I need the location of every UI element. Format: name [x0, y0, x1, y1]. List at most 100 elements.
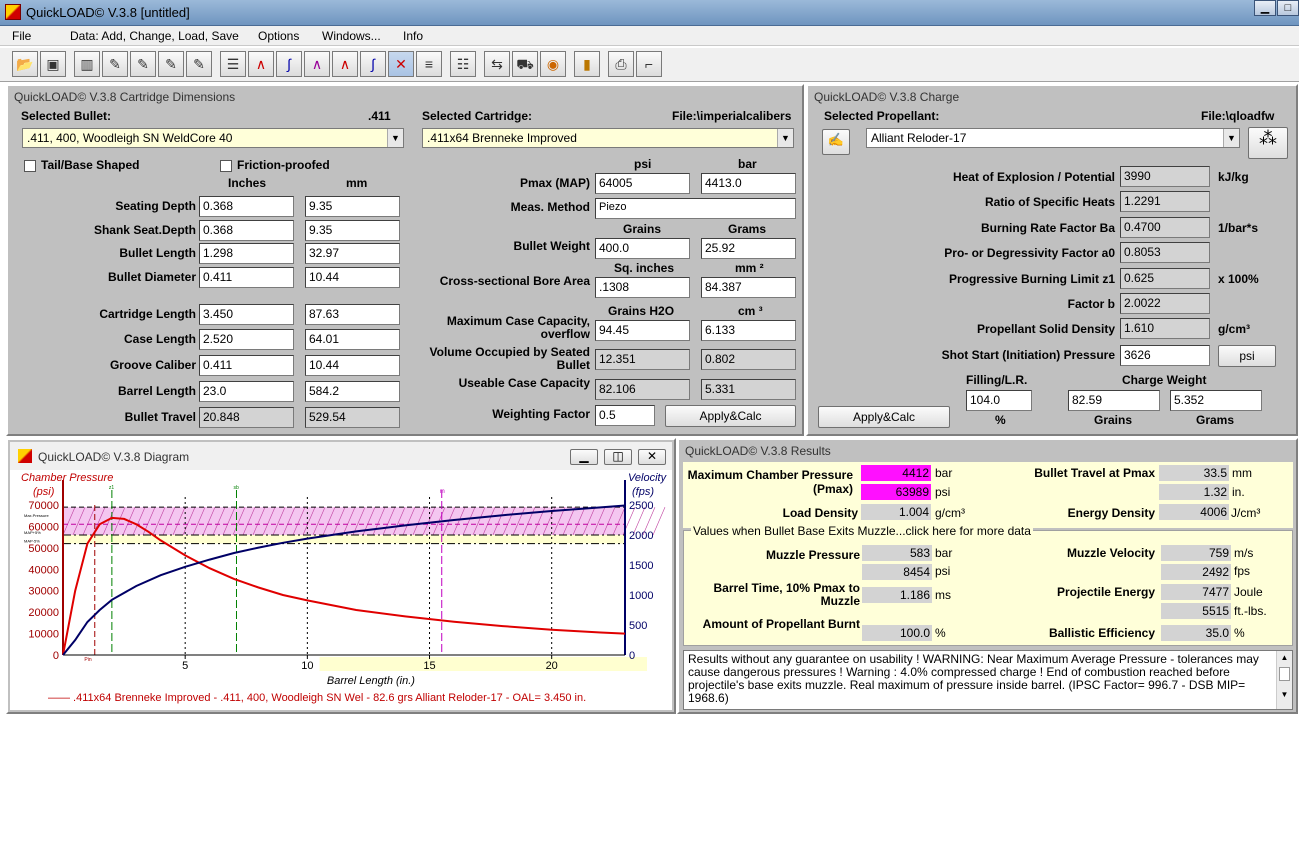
- cartridge-select[interactable]: .411x64 Brenneke Improved ▼: [422, 128, 794, 148]
- velocity-curve-icon[interactable]: ∫: [276, 51, 302, 77]
- menu-info[interactable]: Info: [403, 29, 423, 43]
- friction-label: Friction-proofed: [237, 158, 330, 172]
- shot-start-field[interactable]: 3626: [1120, 345, 1210, 366]
- dimension-inches-field[interactable]: 0.368: [199, 220, 294, 241]
- menu-options[interactable]: Options: [258, 29, 299, 43]
- x-tick-label: 10: [301, 660, 313, 672]
- propellant-param-field[interactable]: 1.610: [1120, 318, 1210, 339]
- pmax-label: Pmax (MAP): [519, 176, 590, 190]
- dimension-inches-field[interactable]: 23.0: [199, 381, 294, 402]
- dimension-mm-field[interactable]: 64.01: [305, 329, 400, 350]
- pressure-curve-icon[interactable]: ∧: [248, 51, 274, 77]
- dimension-mm-field[interactable]: 9.35: [305, 220, 400, 241]
- menu-windows[interactable]: Windows...: [322, 29, 381, 43]
- bullet-weight-grams-field[interactable]: 25.92: [701, 238, 796, 259]
- tail-checkbox[interactable]: [24, 160, 36, 172]
- friction-checkbox[interactable]: [220, 160, 232, 172]
- energy-curve-icon[interactable]: ∧: [332, 51, 358, 77]
- bore-area-in-field[interactable]: .1308: [595, 277, 690, 298]
- dimension-label: Bullet Diameter: [107, 270, 196, 284]
- bell-icon[interactable]: ◉: [540, 51, 566, 77]
- ms-unit: m/s: [1234, 546, 1254, 560]
- dimension-label: Groove Caliber: [109, 358, 196, 372]
- edit-propellant-icon[interactable]: ✍: [822, 129, 850, 155]
- case-capacity-cm3-field[interactable]: 6.133: [701, 320, 796, 341]
- dimension-inches-field[interactable]: 1.298: [199, 243, 294, 264]
- dimension-mm-field[interactable]: 87.63: [305, 304, 400, 325]
- dimension-inches-field[interactable]: 2.520: [199, 329, 294, 350]
- scroll-thumb[interactable]: [1279, 667, 1290, 681]
- charge-weight-grams-field[interactable]: 5.352: [1170, 390, 1262, 411]
- propellant-param-field[interactable]: 2.0022: [1120, 293, 1210, 314]
- save-icon[interactable]: ▣: [40, 51, 66, 77]
- x-tick-label: 15: [423, 660, 435, 672]
- muzzle-data-link[interactable]: Values when Bullet Base Exits Muzzle...c…: [691, 524, 1033, 538]
- dimension-mm-field[interactable]: 10.44: [305, 355, 400, 376]
- shot-start-unit-button[interactable]: psi: [1218, 345, 1276, 367]
- menu-data[interactable]: Data: Add, Change, Load, Save: [70, 29, 239, 43]
- library-icon[interactable]: ▥: [74, 51, 100, 77]
- maximize-button[interactable]: □: [1277, 0, 1299, 16]
- minimize-button[interactable]: ▁: [1254, 0, 1276, 16]
- pistol-icon[interactable]: ⌐: [636, 51, 662, 77]
- load-density-label: Load Density: [782, 506, 858, 520]
- percent-unit: %: [1234, 626, 1245, 640]
- warning-scrollbar[interactable]: ▲ ▼: [1276, 651, 1292, 709]
- weighting-factor-field[interactable]: 0.5: [595, 405, 655, 426]
- inches-header: Inches: [228, 176, 267, 190]
- travel-pmax-mm: 33.5: [1159, 465, 1229, 481]
- dimension-mm-field[interactable]: 32.97: [305, 243, 400, 264]
- pmax-bar-field[interactable]: 4413.0: [701, 173, 796, 194]
- bullet-select[interactable]: .411, 400, Woodleigh SN WeldCore 40 ▼: [22, 128, 404, 148]
- psi-unit: psi: [935, 564, 951, 578]
- warning-textarea[interactable]: Results without any guarantee on usabili…: [683, 650, 1293, 710]
- printer-icon[interactable]: ⎙: [608, 51, 634, 77]
- edit-cartridge-icon[interactable]: ✎: [130, 51, 156, 77]
- dimension-inches-field[interactable]: 0.411: [199, 267, 294, 288]
- dimension-mm-field[interactable]: 10.44: [305, 267, 400, 288]
- propellant-param-field[interactable]: 0.8053: [1120, 242, 1210, 263]
- apply-calc-button[interactable]: Apply&Calc: [665, 405, 796, 427]
- case-capacity-grains-field[interactable]: 94.45: [595, 320, 690, 341]
- dimension-inches-field[interactable]: 0.368: [199, 196, 294, 217]
- table-icon[interactable]: ☰: [220, 51, 246, 77]
- bore-area-mm-field[interactable]: 84.387: [701, 277, 796, 298]
- m-label: m: [440, 489, 445, 495]
- diagram-icon[interactable]: ✕: [388, 51, 414, 77]
- cartridges-icon[interactable]: ▮: [574, 51, 600, 77]
- combined-curve-icon[interactable]: ∧: [304, 51, 330, 77]
- edit-bullet-icon[interactable]: ✎: [102, 51, 128, 77]
- propellant-param-field[interactable]: 3990: [1120, 166, 1210, 187]
- ballistic-efficiency-label: Ballistic Efficiency: [1048, 626, 1155, 640]
- propellant-grains-icon[interactable]: ⁂: [1248, 127, 1288, 159]
- dimension-mm-field[interactable]: 9.35: [305, 196, 400, 217]
- truck-icon[interactable]: ⛟: [512, 51, 538, 77]
- propellant-param-field[interactable]: 1.2291: [1120, 191, 1210, 212]
- charge-weight-grains-field[interactable]: 82.59: [1068, 390, 1160, 411]
- open-icon[interactable]: 📂: [12, 51, 38, 77]
- dimension-inches-field[interactable]: 0.411: [199, 355, 294, 376]
- list-icon[interactable]: ≡: [416, 51, 442, 77]
- dimension-mm-field[interactable]: 584.2: [305, 381, 400, 402]
- compare-icon[interactable]: ⇆: [484, 51, 510, 77]
- volume-seated-label-2: Bullet: [556, 358, 590, 372]
- dimension-inches-field[interactable]: 3.450: [199, 304, 294, 325]
- edit-list-icon[interactable]: ✎: [186, 51, 212, 77]
- psi-header: psi: [634, 157, 652, 171]
- menu-file[interactable]: File: [12, 29, 31, 43]
- filling-field[interactable]: 104.0: [966, 390, 1032, 411]
- meas-method-field[interactable]: Piezo: [595, 198, 796, 219]
- charge-apply-calc-button[interactable]: Apply&Calc: [818, 406, 950, 428]
- propellant-param-field[interactable]: 0.4700: [1120, 217, 1210, 238]
- scroll-up-icon[interactable]: ▲: [1277, 651, 1292, 665]
- propellant-select[interactable]: Alliant Reloder-17 ▼: [866, 128, 1240, 148]
- time-curve-icon[interactable]: ∫: [360, 51, 386, 77]
- edit-powder-icon[interactable]: ✎: [158, 51, 184, 77]
- sheet-icon[interactable]: ☷: [450, 51, 476, 77]
- bullet-weight-grains-field[interactable]: 400.0: [595, 238, 690, 259]
- scroll-down-icon[interactable]: ▼: [1277, 683, 1292, 707]
- pmax-psi-field[interactable]: 64005: [595, 173, 690, 194]
- propellant-param-field[interactable]: 0.625: [1120, 268, 1210, 289]
- energy-density-value: 4006: [1159, 504, 1229, 520]
- x-tick-label: 5: [182, 660, 188, 672]
